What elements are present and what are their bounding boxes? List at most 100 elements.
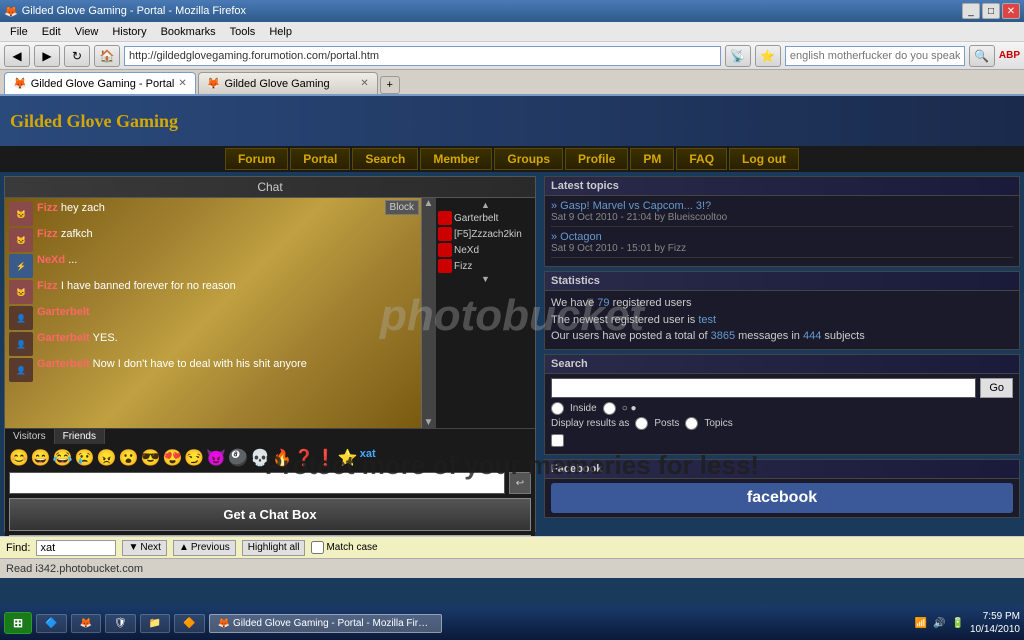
search-header: Search: [545, 355, 1019, 374]
emoji-12[interactable]: 💀: [250, 448, 270, 468]
emoji-7[interactable]: 😎: [141, 448, 161, 468]
emoji-4[interactable]: 😢: [75, 448, 95, 468]
tab-2[interactable]: 🦊 Gilded Glove Gaming ✕: [198, 72, 378, 94]
chat-send-back[interactable]: ↩: [509, 472, 531, 494]
search-inside-row: Inside ○ ●: [551, 402, 1013, 415]
title-bar: 🦊 Gilded Glove Gaming - Portal - Mozilla…: [0, 0, 1024, 22]
highlight-button[interactable]: Highlight all: [242, 540, 306, 556]
bookmark-button[interactable]: ⭐: [755, 45, 781, 67]
emoji-11[interactable]: 🎱: [228, 448, 248, 468]
tab-2-close[interactable]: ✕: [360, 78, 368, 89]
emoji-1[interactable]: 😊: [9, 448, 29, 468]
xat-label[interactable]: xat: [360, 448, 376, 468]
scroll-down[interactable]: ▼: [424, 417, 434, 428]
topic-link-1[interactable]: » Gasp! Marvel vs Capcom... 3!?: [551, 200, 1013, 212]
msg-name: Garterbelt: [37, 306, 90, 318]
search-inside-radio[interactable]: [551, 402, 564, 415]
system-clock: 7:59 PM 10/14/2010: [970, 610, 1020, 636]
emoji-8[interactable]: 😍: [162, 448, 182, 468]
nav-member[interactable]: Member: [420, 148, 492, 170]
search-text-input[interactable]: [551, 378, 976, 398]
emoji-13[interactable]: 🔥: [272, 448, 292, 468]
nav-forum[interactable]: Forum: [225, 148, 288, 170]
taskbar-app-5[interactable]: 🔶: [174, 614, 204, 633]
previous-button[interactable]: ▲ Previous: [173, 540, 236, 556]
emoji-6[interactable]: 😮: [119, 448, 139, 468]
nav-logout[interactable]: Log out: [729, 148, 799, 170]
get-chat-box-button[interactable]: Get a Chat Box: [9, 498, 531, 531]
search-checkbox[interactable]: [551, 434, 564, 447]
menu-bookmarks[interactable]: Bookmarks: [155, 24, 222, 40]
menu-view[interactable]: View: [69, 24, 105, 40]
rss-button[interactable]: 📡: [725, 45, 751, 67]
menu-tools[interactable]: Tools: [224, 24, 262, 40]
forward-button[interactable]: ▶: [34, 45, 60, 67]
emoji-14[interactable]: ❓: [294, 448, 314, 468]
maximize-button[interactable]: □: [982, 3, 1000, 19]
chat-scrollbar[interactable]: ▲ ▼: [421, 198, 435, 428]
search-outside-radio[interactable]: [603, 402, 616, 415]
posts-radio[interactable]: [635, 417, 648, 430]
nav-profile[interactable]: Profile: [565, 148, 628, 170]
search-input[interactable]: [785, 46, 965, 66]
volume-icon: 🔊: [933, 618, 945, 629]
address-bar[interactable]: http://gildedglovegaming.forumotion.com/…: [124, 46, 721, 66]
taskbar-app-4[interactable]: 📁: [140, 614, 170, 633]
emoji-15[interactable]: ❗: [316, 448, 336, 468]
scroll-up[interactable]: ▲: [424, 198, 434, 209]
adblock-button[interactable]: ABP: [999, 50, 1020, 61]
user-icon: [438, 211, 452, 225]
nav-portal[interactable]: Portal: [290, 148, 350, 170]
menu-edit[interactable]: Edit: [36, 24, 67, 40]
start-button[interactable]: ⊞: [4, 612, 32, 634]
menu-history[interactable]: History: [106, 24, 152, 40]
statistics-body: We have 79 registered users The newest r…: [545, 291, 1019, 349]
menu-file[interactable]: File: [4, 24, 34, 40]
msg-name: NeXd: [37, 254, 68, 266]
refresh-button[interactable]: ↻: [64, 45, 90, 67]
tab-1-close[interactable]: ✕: [178, 78, 186, 89]
chat-text-input[interactable]: [9, 472, 505, 494]
emoji-5[interactable]: 😠: [97, 448, 117, 468]
statistics-header: Statistics: [545, 272, 1019, 291]
nav-pm[interactable]: PM: [630, 148, 674, 170]
nav-groups[interactable]: Groups: [494, 148, 563, 170]
taskbar-app-2[interactable]: 🦊: [71, 614, 101, 633]
firefox-taskbar-item[interactable]: 🦊 Gilded Glove Gaming - Portal - Mozilla…: [209, 614, 442, 633]
emoji-3[interactable]: 😂: [53, 448, 73, 468]
emoji-10[interactable]: 😈: [206, 448, 226, 468]
chat-section: Chat Block 🐱 Fizz hey zach 🐱 Fizz: [4, 176, 536, 532]
taskbar-app-1[interactable]: 🔷: [36, 614, 66, 633]
menu-help[interactable]: Help: [263, 24, 298, 40]
tab-friends[interactable]: Friends: [55, 429, 105, 444]
topics-radio[interactable]: [685, 417, 698, 430]
scroll-sidebar-down[interactable]: ▼: [438, 274, 533, 284]
msg-name: Fizz: [37, 202, 61, 214]
sign-out-button[interactable]: Sign Out: [9, 535, 531, 536]
tab-visitors[interactable]: Visitors: [5, 429, 55, 444]
topic-link-2[interactable]: » Octagon: [551, 231, 1013, 243]
home-button[interactable]: 🏠: [94, 45, 120, 67]
tab-1[interactable]: 🦊 Gilded Glove Gaming - Portal ✕: [4, 72, 196, 94]
nav-search[interactable]: Search: [352, 148, 418, 170]
next-button[interactable]: ▼ Next: [122, 540, 166, 556]
close-button[interactable]: ✕: [1002, 3, 1020, 19]
topic-meta-1: Sat 9 Oct 2010 - 21:04 by Blueiscooltoo: [551, 212, 1013, 223]
new-tab-button[interactable]: +: [380, 76, 400, 94]
match-case-checkbox[interactable]: [311, 541, 324, 554]
find-input[interactable]: [36, 540, 116, 556]
emoji-16[interactable]: ⭐: [338, 448, 358, 468]
block-button[interactable]: Block: [385, 200, 419, 215]
firefox-label: Gilded Glove Gaming - Portal - Mozilla F…: [233, 618, 433, 629]
search-button[interactable]: 🔍: [969, 45, 995, 67]
taskbar-app-3[interactable]: 🛡: [105, 614, 136, 633]
outside-label: ○ ●: [622, 403, 637, 414]
search-go-button[interactable]: Go: [980, 378, 1013, 398]
scroll-sidebar[interactable]: ▲: [438, 200, 533, 210]
minimize-button[interactable]: _: [962, 3, 980, 19]
emoji-9[interactable]: 😏: [184, 448, 204, 468]
emoji-2[interactable]: 😄: [31, 448, 51, 468]
nav-faq[interactable]: FAQ: [676, 148, 727, 170]
facebook-widget[interactable]: facebook: [551, 483, 1013, 513]
back-button[interactable]: ◀: [4, 45, 30, 67]
